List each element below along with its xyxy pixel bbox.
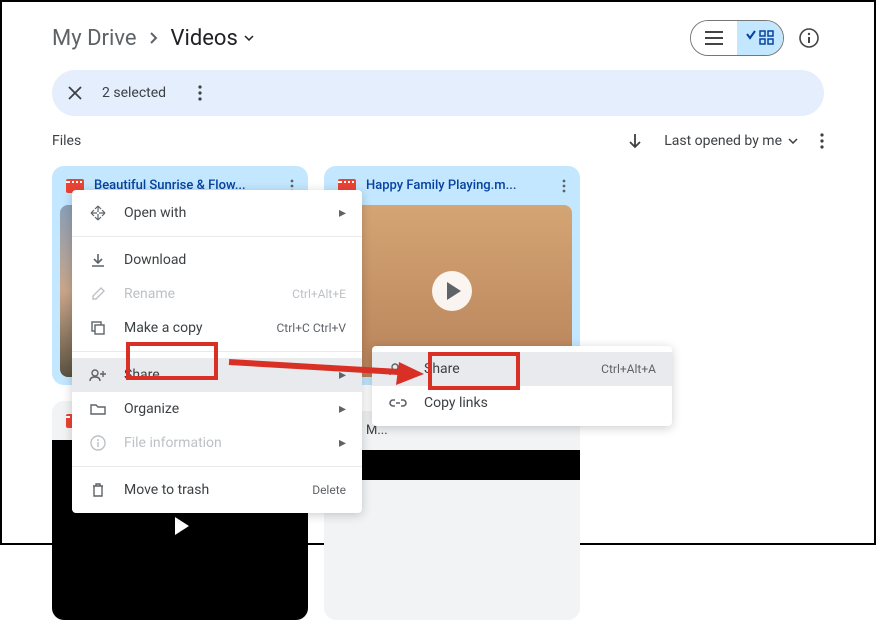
menu-open-with[interactable]: Open with ▸: [72, 196, 362, 230]
menu-divider: [72, 236, 362, 237]
menu-shortcut: Ctrl+Alt+E: [292, 287, 346, 301]
share-icon: [388, 362, 408, 376]
selection-count: 2 selected: [102, 85, 166, 101]
submenu-share[interactable]: Share Ctrl+Alt+A: [372, 352, 672, 386]
menu-label: Share: [124, 367, 323, 383]
copy-icon: [88, 320, 108, 336]
menu-label: Make a copy: [124, 320, 261, 336]
share-icon: [88, 368, 108, 382]
file-more-button[interactable]: [562, 179, 566, 193]
selection-bar: 2 selected: [52, 70, 824, 116]
menu-label: File information: [124, 435, 323, 451]
submenu-arrow-icon: ▸: [339, 435, 346, 451]
menu-label: Open with: [124, 205, 323, 221]
submenu-arrow-icon: ▸: [339, 205, 346, 221]
share-submenu: Share Ctrl+Alt+A Copy links: [372, 346, 672, 426]
menu-label: Share: [424, 361, 585, 377]
menu-organize[interactable]: Organize ▸: [72, 392, 362, 426]
link-icon: [388, 398, 408, 408]
play-icon: [432, 271, 472, 311]
menu-label: Download: [124, 252, 346, 268]
selection-more-button[interactable]: [198, 85, 202, 101]
menu-divider: [72, 351, 362, 352]
breadcrumb-current-label: Videos: [171, 26, 238, 51]
more-vert-icon: [198, 85, 202, 101]
info-icon: [799, 28, 819, 48]
info-button[interactable]: [794, 23, 824, 53]
breadcrumb: My Drive Videos: [52, 26, 254, 51]
list-icon: [705, 31, 723, 45]
menu-share[interactable]: Share ▸: [72, 358, 362, 392]
grid-view-button[interactable]: [737, 21, 783, 55]
files-more-button[interactable]: [820, 133, 824, 149]
trash-icon: [88, 482, 108, 498]
menu-label: Copy links: [424, 395, 656, 411]
folder-icon: [88, 402, 108, 416]
submenu-copy-links[interactable]: Copy links: [372, 386, 672, 420]
file-thumbnail: [332, 450, 572, 472]
more-vert-icon: [820, 133, 824, 149]
menu-shortcut: Ctrl+C Ctrl+V: [277, 321, 347, 335]
rename-icon: [88, 286, 108, 302]
menu-shortcut: Ctrl+Alt+A: [601, 362, 656, 376]
open-with-icon: [88, 205, 108, 221]
list-view-button[interactable]: [691, 21, 737, 55]
arrow-down-icon: [628, 132, 642, 150]
submenu-arrow-icon: ▸: [339, 367, 346, 383]
grid-icon-with-check: [745, 30, 775, 46]
download-icon: [88, 252, 108, 268]
info-icon: [88, 435, 108, 451]
sort-dropdown[interactable]: Last opened by me: [664, 133, 798, 149]
file-card[interactable]: M...: [324, 411, 580, 620]
context-menu: Open with ▸ Download Rename Ctrl+Alt+E M…: [72, 190, 362, 513]
menu-label: Organize: [124, 401, 323, 417]
menu-label: Rename: [124, 286, 276, 302]
clear-selection-button[interactable]: [68, 86, 82, 100]
chevron-down-icon: [244, 35, 254, 41]
close-icon: [68, 86, 82, 100]
menu-divider: [72, 466, 362, 467]
menu-shortcut: Delete: [312, 483, 346, 497]
chevron-down-icon: [788, 138, 798, 144]
submenu-arrow-icon: ▸: [339, 401, 346, 417]
menu-download[interactable]: Download: [72, 243, 362, 277]
breadcrumb-current[interactable]: Videos: [171, 26, 254, 51]
menu-move-to-trash[interactable]: Move to trash Delete: [72, 473, 362, 507]
menu-rename: Rename Ctrl+Alt+E: [72, 277, 362, 311]
file-name: Happy Family Playing.m...: [366, 178, 552, 193]
sort-label: Last opened by me: [664, 133, 782, 149]
menu-label: Move to trash: [124, 482, 296, 498]
menu-make-copy[interactable]: Make a copy Ctrl+C Ctrl+V: [72, 311, 362, 345]
menu-file-info: File information ▸: [72, 426, 362, 460]
sort-direction-button[interactable]: [628, 132, 642, 150]
view-toggle: [690, 20, 784, 56]
breadcrumb-separator: [149, 31, 159, 45]
breadcrumb-root[interactable]: My Drive: [52, 26, 137, 51]
files-label: Files: [52, 133, 81, 149]
